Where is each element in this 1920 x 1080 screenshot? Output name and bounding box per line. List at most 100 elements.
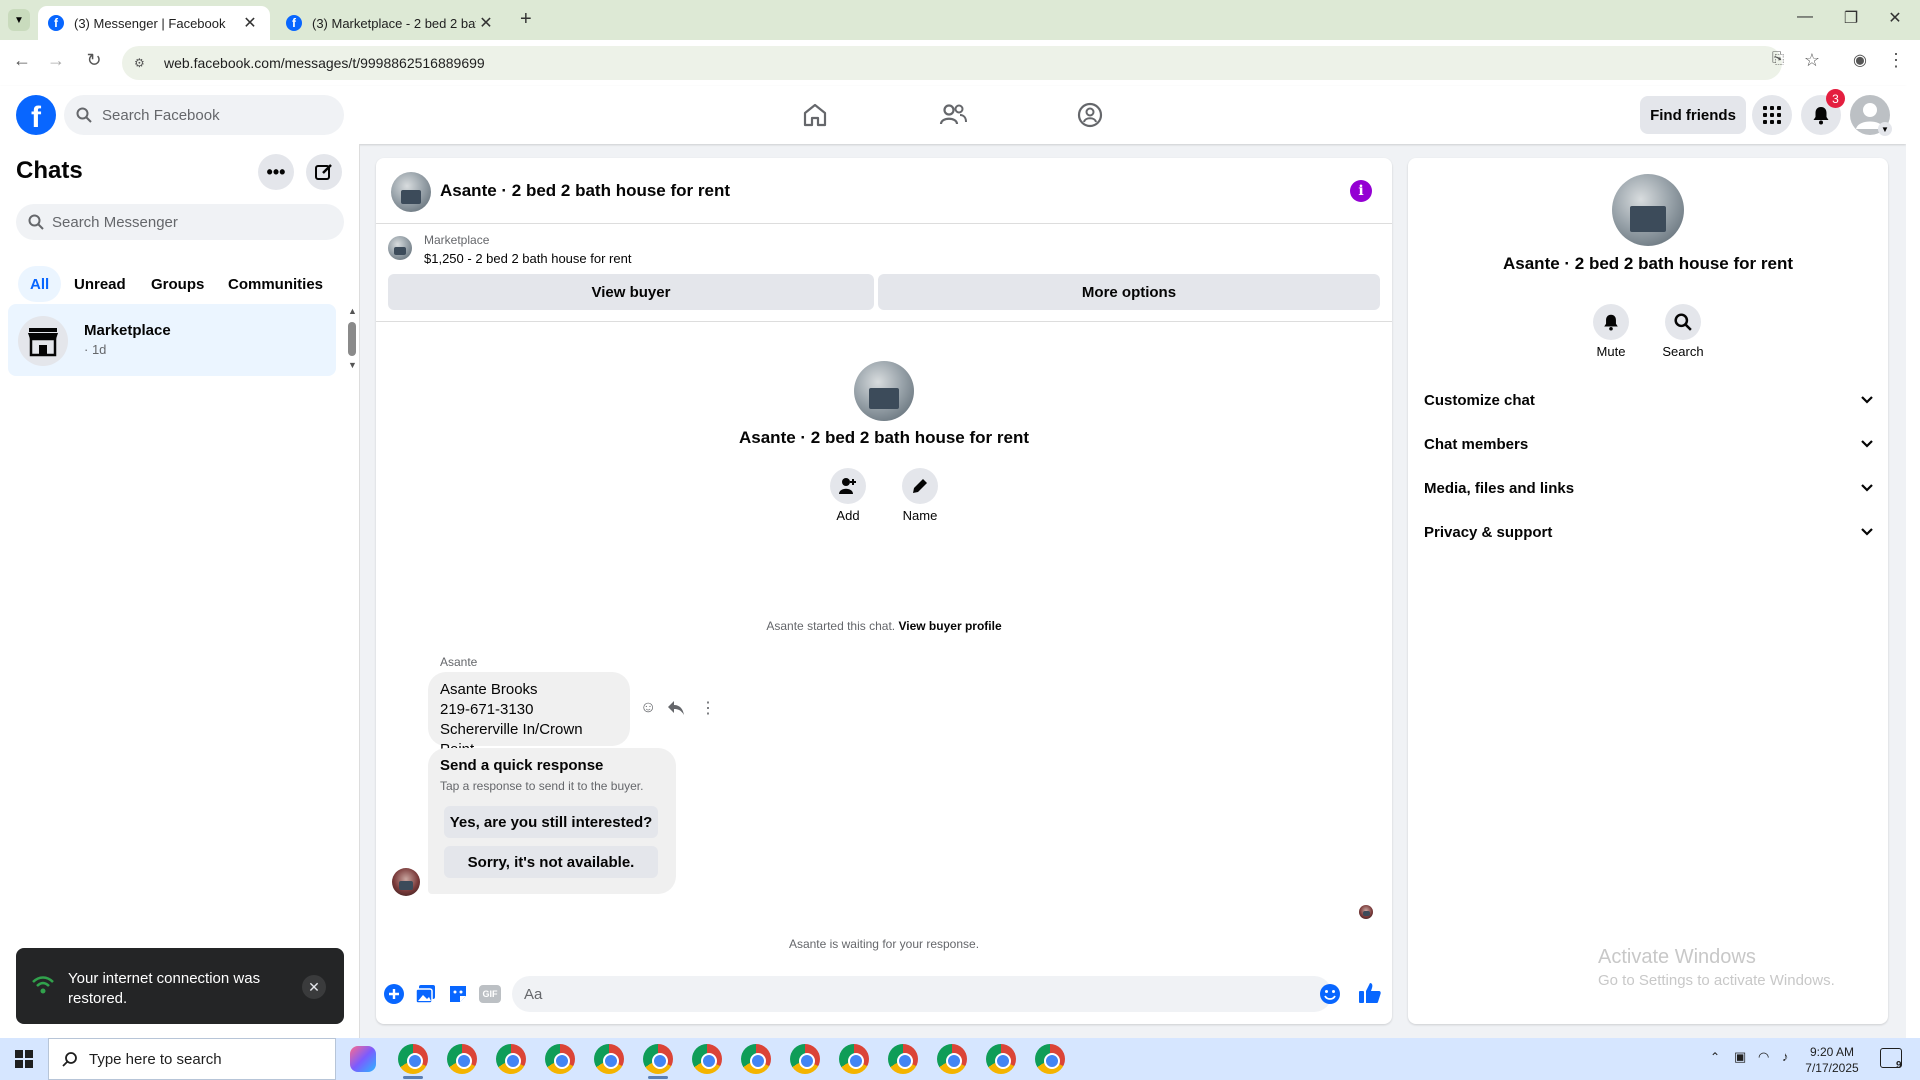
chrome-taskbar-icon[interactable] <box>447 1044 477 1074</box>
new-message-button[interactable] <box>306 154 342 190</box>
find-friends-button[interactable]: Find friends <box>1640 96 1746 134</box>
chrome-menu-icon[interactable]: ⋮ <box>1884 50 1908 71</box>
storefront-icon <box>28 328 58 357</box>
section-label: Media, files and links <box>1424 479 1575 497</box>
listing-price-title[interactable]: $1,250 - 2 bed 2 bath house for rent <box>424 251 631 266</box>
conversation-avatar[interactable] <box>391 172 431 212</box>
chrome-taskbar-icon[interactable] <box>398 1044 428 1074</box>
show-hidden-icons[interactable]: ⌃ <box>1710 1050 1720 1064</box>
divider <box>376 321 1392 322</box>
edit-name-button[interactable] <box>902 468 938 504</box>
sidebar-scrollbar[interactable] <box>348 322 356 356</box>
facebook-logo[interactable]: f <box>16 95 56 135</box>
media-files-links-section[interactable]: Media, files and links <box>1424 468 1874 508</box>
friends-icon[interactable] <box>938 100 968 130</box>
chat-options-button[interactable]: ••• <box>258 154 294 190</box>
close-icon[interactable]: ✕ <box>302 975 326 999</box>
customize-chat-section[interactable]: Customize chat <box>1424 380 1874 420</box>
more-vertical-icon[interactable]: ⋮ <box>700 698 716 718</box>
sticker-icon[interactable] <box>447 983 469 1005</box>
chrome-taskbar-icon[interactable] <box>741 1044 771 1074</box>
install-app-icon[interactable]: ⎘ <box>1766 50 1790 67</box>
react-icon[interactable]: ☺ <box>640 699 656 717</box>
chrome-taskbar-icon[interactable] <box>839 1044 869 1074</box>
filter-groups[interactable]: Groups <box>139 266 216 302</box>
messenger-search-input[interactable]: Search Messenger <box>16 204 344 240</box>
search-in-chat-button[interactable] <box>1665 304 1701 340</box>
close-tab-icon[interactable]: ✕ <box>476 13 496 33</box>
view-buyer-profile-link[interactable]: View buyer profile <box>898 619 1001 633</box>
device-icon[interactable]: ▣ <box>1734 1049 1746 1065</box>
add-people-button[interactable] <box>830 468 866 504</box>
search-placeholder: Search Facebook <box>102 106 220 124</box>
quick-response-not-available[interactable]: Sorry, it's not available. <box>444 846 658 878</box>
back-icon[interactable]: ← <box>10 50 34 71</box>
tab-search-button[interactable]: ▼ <box>8 9 30 31</box>
filter-unread[interactable]: Unread <box>62 266 138 302</box>
chrome-taskbar-icon[interactable] <box>937 1044 967 1074</box>
restore-icon[interactable]: ❐ <box>1836 8 1866 32</box>
groups-icon[interactable] <box>1075 100 1105 130</box>
start-button[interactable] <box>0 1038 48 1080</box>
reply-icon[interactable] <box>667 700 685 716</box>
scroll-down-arrow[interactable]: ▼ <box>348 360 357 370</box>
chat-started-notice: Asante started this chat. View buyer pro… <box>376 619 1392 633</box>
chrome-taskbar-icon[interactable] <box>496 1044 526 1074</box>
info-icon[interactable]: i <box>1350 180 1372 202</box>
menu-grid-button[interactable] <box>1752 95 1792 135</box>
page-scrollbar[interactable] <box>1906 86 1920 1038</box>
plus-circle-icon[interactable] <box>383 983 405 1005</box>
waiting-notice: Asante is waiting for your response. <box>788 937 980 951</box>
conversation-large-avatar <box>854 361 914 421</box>
more-options-button[interactable]: More options <box>878 274 1380 310</box>
facebook-favicon-icon: f <box>48 15 64 31</box>
view-buyer-button[interactable]: View buyer <box>388 274 874 310</box>
browser-tab-marketplace[interactable]: f (3) Marketplace - 2 bed 2 bath ✕ <box>276 6 506 40</box>
message-composer-input[interactable]: Aa <box>512 976 1332 1012</box>
chat-members-section[interactable]: Chat members <box>1424 424 1874 464</box>
chrome-taskbar-icon[interactable] <box>986 1044 1016 1074</box>
copilot-icon[interactable] <box>350 1046 376 1072</box>
new-tab-button[interactable]: + <box>520 8 532 31</box>
account-chevron-icon[interactable]: ▼ <box>1878 122 1892 136</box>
taskbar-clock[interactable]: 9:20 AM 7/17/2025 <box>1800 1044 1864 1076</box>
filter-communities[interactable]: Communities <box>216 266 335 302</box>
browser-tab-messenger[interactable]: f (3) Messenger | Facebook ✕ <box>38 6 270 40</box>
chrome-taskbar-icon[interactable] <box>643 1044 673 1074</box>
chrome-taskbar-icon[interactable] <box>594 1044 624 1074</box>
filter-all[interactable]: All <box>18 266 62 302</box>
conversation-title[interactable]: Asante · 2 bed 2 bath house for rent <box>440 181 730 201</box>
chrome-taskbar-icon[interactable] <box>790 1044 820 1074</box>
message-bubble[interactable]: Asante Brooks 219-671-3130 Schererville … <box>428 672 630 758</box>
taskbar-search-input[interactable]: Type here to search <box>48 1038 336 1080</box>
chrome-taskbar-icon[interactable] <box>545 1044 575 1074</box>
scroll-up-arrow[interactable]: ▲ <box>348 306 357 316</box>
profile-icon[interactable]: ◉ <box>1848 50 1872 70</box>
gif-icon[interactable]: GIF <box>479 985 501 1003</box>
mute-button[interactable] <box>1593 304 1629 340</box>
chrome-taskbar-icon[interactable] <box>1035 1044 1065 1074</box>
privacy-support-section[interactable]: Privacy & support <box>1424 512 1874 552</box>
minimize-icon[interactable]: — <box>1790 8 1820 32</box>
quick-response-still-interested[interactable]: Yes, are you still interested? <box>444 806 658 838</box>
address-bar[interactable]: ⚙ web.facebook.com/messages/t/9998862516… <box>122 46 1782 80</box>
thumbs-up-icon[interactable] <box>1358 981 1382 1005</box>
wifi-icon <box>32 976 54 994</box>
close-window-icon[interactable]: ✕ <box>1880 8 1910 32</box>
chrome-taskbar-icon[interactable] <box>692 1044 722 1074</box>
network-icon[interactable]: ◠ <box>1758 1049 1769 1065</box>
photo-icon[interactable] <box>415 983 437 1005</box>
search-icon <box>62 1052 77 1067</box>
chrome-taskbar-icon[interactable] <box>888 1044 918 1074</box>
close-tab-icon[interactable]: ✕ <box>240 13 260 33</box>
home-icon[interactable] <box>800 100 830 130</box>
reload-icon[interactable]: ↻ <box>82 50 106 71</box>
forward-icon[interactable]: → <box>44 50 68 71</box>
facebook-favicon-icon: f <box>286 15 302 31</box>
emoji-icon[interactable] <box>1319 983 1341 1005</box>
volume-icon[interactable]: ♪ <box>1782 1049 1789 1064</box>
bookmark-star-icon[interactable]: ☆ <box>1800 50 1824 71</box>
grid-icon <box>1763 106 1781 124</box>
site-info-icon[interactable]: ⚙ <box>134 56 150 70</box>
facebook-search-input[interactable]: Search Facebook <box>64 95 344 135</box>
